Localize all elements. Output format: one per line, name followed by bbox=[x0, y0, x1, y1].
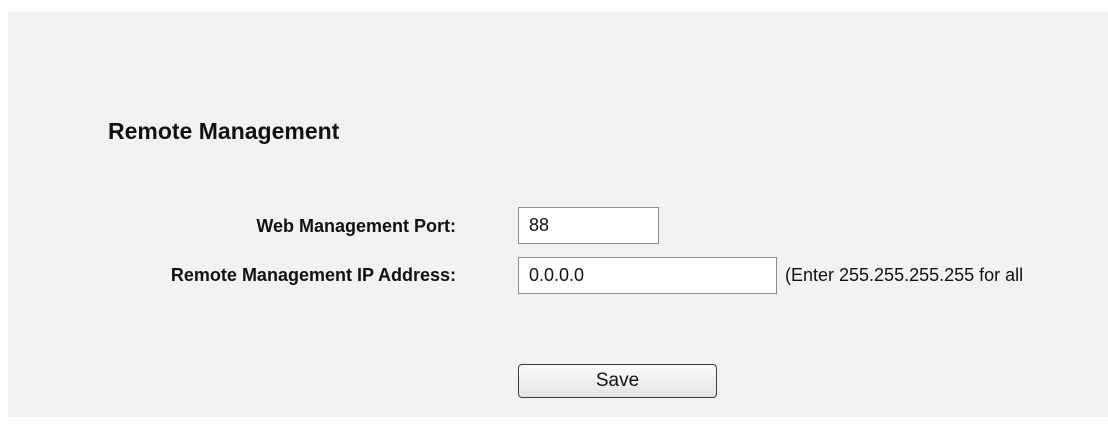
web-management-port-input[interactable] bbox=[518, 207, 659, 244]
page-title: Remote Management bbox=[108, 118, 340, 144]
save-button[interactable]: Save bbox=[518, 364, 717, 398]
web-management-port-label: Web Management Port: bbox=[256, 216, 456, 236]
remote-management-ip-label: Remote Management IP Address: bbox=[170, 265, 456, 285]
ip-address-hint: (Enter 255.255.255.255 for all bbox=[785, 265, 1024, 285]
remote-management-ip-input[interactable] bbox=[518, 257, 777, 294]
